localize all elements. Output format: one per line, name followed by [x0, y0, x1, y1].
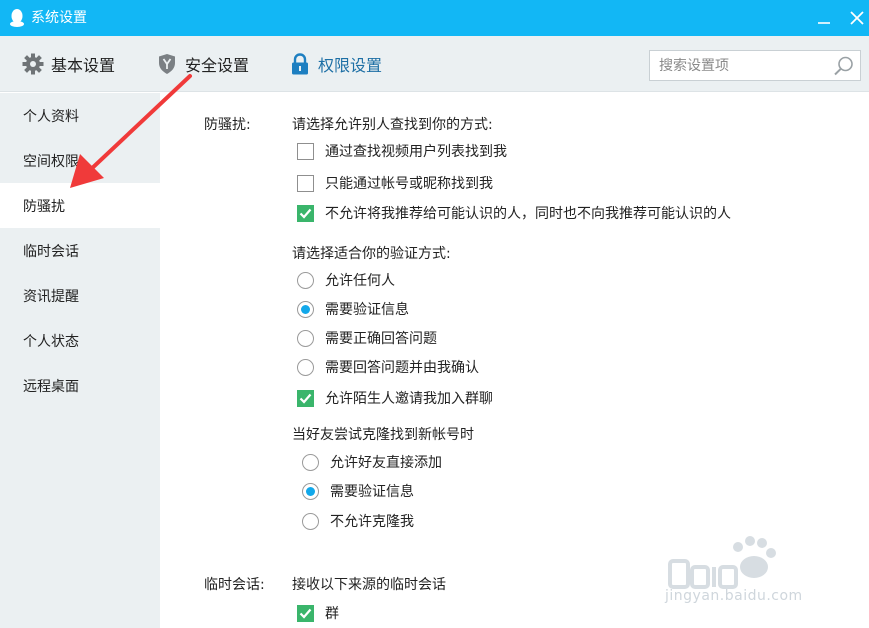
sidebar-item-news-reminder[interactable]: 资讯提醒 [0, 273, 160, 318]
radio-answer-correctly[interactable]: 需要正确回答问题 [297, 328, 437, 348]
temp-session-question: 接收以下来源的临时会话 [292, 577, 446, 593]
checkbox-label: 只能通过帐号或昵称找到我 [325, 176, 493, 192]
tab-permission-settings[interactable]: 权限设置 [288, 36, 382, 92]
radio-button[interactable] [302, 453, 319, 471]
sidebar-item-remote-desktop[interactable]: 远程桌面 [0, 363, 160, 408]
checkbox-label: 群 [325, 606, 339, 622]
gear-icon [21, 52, 45, 76]
checkbox-label: 允许陌生人邀请我加入群聊 [325, 391, 493, 407]
checkbox-label: 不允许将我推荐给可能认识的人，同时也不向我推荐可能认识的人 [325, 206, 731, 222]
sidebar-item-personal-status[interactable]: 个人状态 [0, 318, 160, 363]
checkbox-box[interactable] [297, 389, 314, 407]
tab-basic-settings[interactable]: 基本设置 [21, 36, 115, 92]
search-icon[interactable] [833, 55, 855, 77]
title-bar: 系统设置 [0, 0, 869, 36]
radio-button[interactable] [302, 512, 319, 530]
radio-button[interactable] [297, 300, 314, 318]
shield-icon [155, 52, 179, 76]
sidebar-item-space-permission[interactable]: 空间权限 [0, 138, 160, 183]
tab-security-settings[interactable]: 安全设置 [155, 36, 249, 92]
radio-label: 允许任何人 [325, 273, 395, 289]
checkbox-box[interactable] [297, 604, 314, 622]
close-icon [850, 11, 864, 25]
verify-method-question: 请选择适合你的验证方式: [292, 246, 451, 262]
minimize-button[interactable] [812, 6, 836, 30]
sidebar: 个人资料 空间权限 防骚扰 临时会话 资讯提醒 个人状态 远程桌面 [0, 93, 160, 628]
radio-allow-anyone[interactable]: 允许任何人 [297, 270, 395, 290]
search-input[interactable] [650, 51, 830, 80]
checkbox-no-recommend[interactable]: 不允许将我推荐给可能认识的人，同时也不向我推荐可能认识的人 [297, 203, 731, 223]
radio-label: 需要正确回答问题 [325, 331, 437, 347]
find-method-question: 请选择允许别人查找到你的方式: [292, 117, 493, 133]
section-label-temp-session: 临时会话: [204, 577, 265, 593]
radio-label: 允许好友直接添加 [330, 455, 442, 471]
window-title: 系统设置 [31, 10, 87, 26]
radio-disallow-clone[interactable]: 不允许克隆我 [302, 511, 414, 531]
radio-selected-dot [301, 304, 310, 314]
radio-selected-dot [306, 486, 315, 496]
radio-allow-friend-add[interactable]: 允许好友直接添加 [302, 452, 442, 472]
close-button[interactable] [845, 6, 869, 30]
search-box [649, 50, 861, 81]
section-label-anti-harassment: 防骚扰: [204, 117, 251, 133]
penguin-logo-icon [10, 9, 24, 27]
checkmark-icon [299, 208, 312, 219]
radio-button[interactable] [302, 482, 319, 500]
radio-button[interactable] [297, 358, 314, 376]
minimize-icon [818, 22, 830, 24]
radio-label: 需要验证信息 [330, 484, 414, 500]
sidebar-item-anti-harassment[interactable]: 防骚扰 [0, 183, 160, 228]
radio-label: 需要回答问题并由我确认 [325, 360, 479, 376]
settings-toolbar: 基本设置 安全设置 权限设置 [0, 36, 869, 92]
sidebar-item-temp-session[interactable]: 临时会话 [0, 228, 160, 273]
checkbox-temp-session-group[interactable]: 群 [297, 603, 339, 623]
radio-clone-need-verification[interactable]: 需要验证信息 [302, 481, 414, 501]
checkbox-box[interactable] [297, 174, 314, 192]
watermark-text: jingyan.baidu.com [665, 588, 803, 604]
checkmark-icon [299, 393, 312, 404]
tab-permission-settings-label: 权限设置 [318, 56, 383, 75]
radio-button[interactable] [297, 271, 314, 289]
radio-answer-and-confirm[interactable]: 需要回答问题并由我确认 [297, 357, 479, 377]
radio-need-verification[interactable]: 需要验证信息 [297, 299, 409, 319]
sidebar-item-profile[interactable]: 个人资料 [0, 93, 160, 138]
radio-label: 不允许克隆我 [330, 514, 414, 530]
checkbox-box[interactable] [297, 204, 314, 222]
radio-label: 需要验证信息 [325, 302, 409, 318]
checkbox-box[interactable] [297, 142, 314, 160]
checkbox-label: 通过查找视频用户列表找到我 [325, 144, 507, 160]
checkbox-find-by-video-list[interactable]: 通过查找视频用户列表找到我 [297, 141, 507, 161]
clone-question: 当好友尝试克隆找到新帐号时 [292, 427, 474, 443]
radio-button[interactable] [297, 329, 314, 347]
checkbox-allow-stranger-invite[interactable]: 允许陌生人邀请我加入群聊 [297, 388, 493, 408]
checkbox-find-by-account-only[interactable]: 只能通过帐号或昵称找到我 [297, 173, 493, 193]
checkmark-icon [299, 608, 312, 619]
tab-basic-settings-label: 基本设置 [51, 56, 116, 75]
tab-security-settings-label: 安全设置 [185, 56, 250, 75]
lock-icon [288, 52, 312, 76]
